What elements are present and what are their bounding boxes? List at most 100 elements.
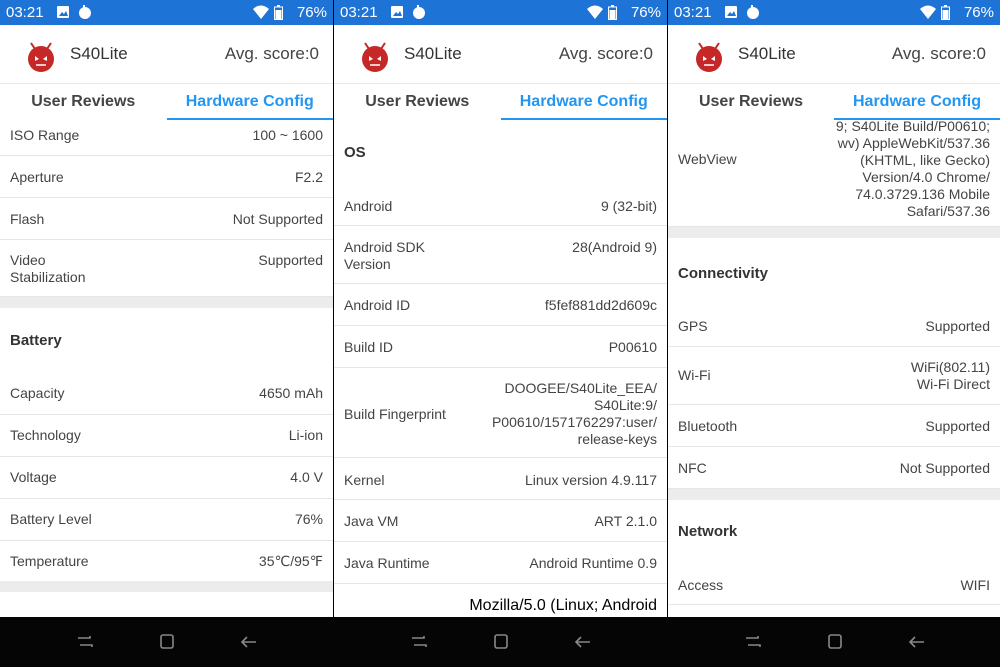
section-divider	[668, 489, 1000, 500]
row-value: Android Runtime 0.9	[529, 555, 657, 571]
row-label: Build ID	[344, 339, 394, 355]
row-label: ISO Range	[10, 127, 80, 143]
row-value: Linux version 4.9.117	[524, 472, 657, 488]
image-icon	[56, 5, 70, 23]
status-time: 03:21	[6, 4, 44, 21]
home-icon[interactable]	[490, 632, 512, 652]
row-label: Capacity	[10, 385, 65, 401]
config-row: Build Fingerprint DOOGEE/S40Lite_EEA/S40L…	[334, 368, 667, 458]
config-row: Access WIFI	[668, 563, 1000, 605]
row-value: Not Supported	[899, 460, 990, 476]
row-value: 76%	[294, 511, 323, 527]
row-label: Wi-Fi	[678, 367, 711, 383]
image-icon	[724, 5, 738, 23]
battery-icon	[274, 5, 283, 24]
app-header: S40Lite Avg. score:0	[334, 25, 667, 83]
tab-bar: User Reviews Hardware Config	[0, 83, 333, 120]
wifi-icon	[253, 5, 269, 23]
row-label: Android SDK Version	[344, 239, 425, 272]
config-row: NFC Not Supported	[668, 447, 1000, 489]
phone-panel-2: 03:21 76% S40Lite Avg. score:0 User Reviews H…	[334, 0, 667, 617]
avg-score: Avg. score:0	[224, 44, 319, 63]
section-title-battery: Battery	[10, 332, 62, 349]
config-row: Android SDK Version 28(Android 9)	[334, 226, 667, 284]
row-label: GPS	[678, 318, 708, 334]
row-label: Kernel	[344, 472, 385, 488]
row-value: 100 ~ 1600	[252, 127, 323, 143]
section-title-connectivity: Connectivity	[678, 265, 769, 282]
config-row: Flash Not Supported	[0, 198, 333, 240]
row-label: Aperture	[10, 169, 64, 185]
section-title-network: Network	[678, 523, 738, 540]
row-value-partial: Mozilla/5.0 (Linux; Android	[469, 597, 657, 614]
status-time: 03:21	[674, 4, 712, 21]
tab-bar: User Reviews Hardware Config	[334, 83, 667, 120]
config-row: Build ID P00610	[334, 326, 667, 368]
tab-user-reviews[interactable]: User Reviews	[334, 93, 501, 111]
battery-percent: 76%	[963, 4, 994, 21]
config-row: Kernel Linux version 4.9.117	[334, 458, 667, 500]
tab-user-reviews[interactable]: User Reviews	[0, 93, 167, 111]
wifi-icon	[587, 5, 603, 23]
section-divider	[668, 227, 1000, 238]
row-value: 28(Android 9)	[572, 239, 657, 255]
config-list[interactable]: OS Android 9 (32-bit) Android SDK Version 28(…	[334, 120, 667, 617]
row-label: Flash	[10, 211, 45, 227]
row-value: Not Supported	[232, 211, 323, 227]
row-value: Supported	[258, 252, 323, 268]
tab-user-reviews[interactable]: User Reviews	[668, 93, 834, 111]
back-icon[interactable]	[572, 632, 594, 652]
tab-hardware-config[interactable]: Hardware Config	[834, 93, 1000, 111]
row-value: 4650 mAh	[259, 385, 323, 401]
home-icon[interactable]	[824, 632, 846, 652]
row-value: DOOGEE/S40Lite_EEA/S40Lite:9/P00610/1571…	[491, 380, 657, 447]
section-divider	[0, 297, 333, 308]
row-label: Android	[344, 198, 393, 214]
config-row: WebView 9; S40Lite Build/P00610; wv) Apple…	[668, 120, 1000, 227]
image-icon	[390, 5, 404, 23]
config-row: Aperture F2.2	[0, 156, 333, 198]
recents-icon[interactable]	[742, 632, 764, 652]
config-row: Battery Level 76%	[0, 499, 333, 541]
recents-icon[interactable]	[74, 632, 96, 652]
row-label: Bluetooth	[678, 418, 738, 434]
battery-icon	[941, 5, 950, 24]
config-row: Temperature 35℃/95℉	[0, 541, 333, 583]
app-header: S40Lite Avg. score:0	[0, 25, 333, 83]
row-value: WIFI	[960, 577, 990, 593]
status-bar: 03:21 76%	[0, 0, 333, 25]
row-value: Li-ion	[288, 427, 323, 443]
android-icon	[78, 5, 92, 23]
recents-icon[interactable]	[408, 632, 430, 652]
config-list[interactable]: WebView 9; S40Lite Build/P00610; wv) Apple…	[668, 120, 1000, 617]
row-label: Voltage	[10, 469, 57, 485]
app-name: S40Lite	[404, 44, 462, 63]
home-icon[interactable]	[156, 632, 178, 652]
avg-score: Avg. score:0	[891, 44, 986, 63]
config-list[interactable]: ISO Range 100 ~ 1600 Aperture F2.2 Flash Not …	[0, 120, 333, 617]
config-row: Voltage 4.0 V	[0, 457, 333, 499]
wifi-icon	[920, 5, 936, 23]
row-value: ART 2.1.0	[594, 513, 657, 529]
status-time: 03:21	[340, 4, 378, 21]
battery-percent: 76%	[630, 4, 661, 21]
back-icon[interactable]	[238, 632, 260, 652]
config-row: Capacity 4650 mAh	[0, 373, 333, 415]
avg-score: Avg. score:0	[558, 44, 653, 63]
row-value: WiFi(802.11) Wi-Fi Direct	[910, 359, 990, 392]
tab-hardware-config[interactable]: Hardware Config	[501, 93, 668, 111]
config-row: Bluetooth Supported	[668, 405, 1000, 447]
row-value: f5fef881dd2d609c	[544, 297, 657, 313]
row-value: 4.0 V	[290, 469, 323, 485]
row-label: Technology	[10, 427, 81, 443]
row-label: Battery Level	[10, 511, 92, 527]
row-value: P00610	[608, 339, 657, 355]
tab-hardware-config[interactable]: Hardware Config	[167, 93, 334, 111]
battery-percent: 76%	[296, 4, 327, 21]
app-name: S40Lite	[70, 44, 128, 63]
config-row: Java VM ART 2.1.0	[334, 500, 667, 542]
config-row: Android ID f5fef881dd2d609c	[334, 284, 667, 326]
android-icon	[746, 5, 760, 23]
row-label: Temperature	[10, 553, 89, 569]
back-icon[interactable]	[906, 632, 928, 652]
